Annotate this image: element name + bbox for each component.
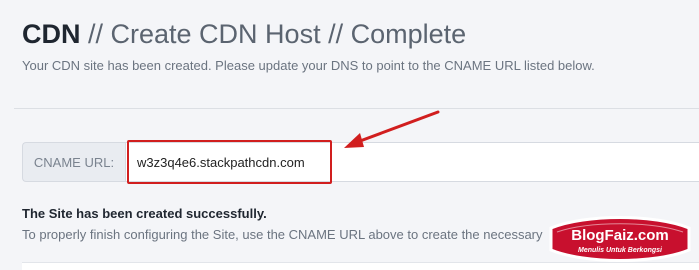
page-title: CDN // Create CDN Host // Complete <box>22 16 699 52</box>
watermark-brand: BlogFaiz.com <box>571 227 669 244</box>
success-message: To properly finish configuring the Site,… <box>22 227 543 242</box>
success-title: The Site has been created successfully. <box>22 206 267 221</box>
breadcrumb-root[interactable]: CDN <box>22 19 81 49</box>
cname-label: CNAME URL: <box>22 142 125 182</box>
breadcrumb-step[interactable]: Create CDN Host <box>111 19 321 49</box>
page-subtitle: Your CDN site has been created. Please u… <box>22 58 595 73</box>
page-header: CDN // Create CDN Host // Complete Your … <box>22 16 699 73</box>
breadcrumb-separator: // <box>320 19 351 49</box>
breadcrumb-separator: // <box>80 19 111 49</box>
blogfaiz-watermark-logo: BlogFaiz.com Menulis Untuk Berkongsi <box>549 216 691 262</box>
annotation-arrow-icon <box>344 110 440 148</box>
breadcrumb-current: Complete <box>350 19 467 49</box>
watermark-tagline: Menulis Untuk Berkongsi <box>578 247 663 254</box>
